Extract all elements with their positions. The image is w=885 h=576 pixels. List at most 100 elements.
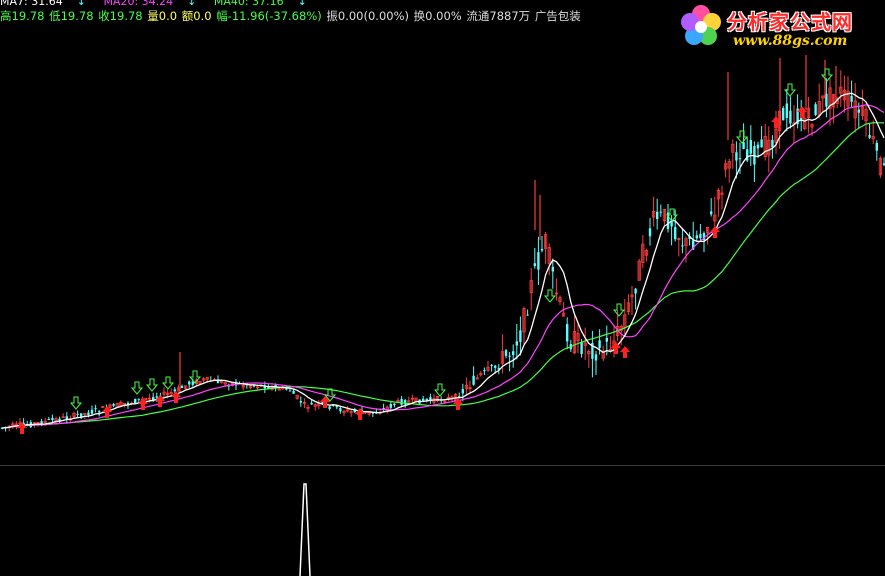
- candle-body-down: [710, 211, 713, 215]
- candle-body-down: [598, 340, 601, 349]
- candle-body-down: [681, 245, 684, 247]
- candle-body-down: [335, 405, 338, 408]
- candle-body-down: [98, 411, 101, 413]
- candle-body-down: [494, 365, 497, 368]
- candle-body-down: [648, 228, 652, 237]
- candle-body-down: [537, 252, 540, 270]
- indicator-pane: [299, 483, 311, 576]
- candle-body-down: [551, 266, 554, 272]
- candle-body-down: [656, 211, 659, 220]
- candle-body-down: [580, 342, 583, 354]
- sell-arrow-icon: [161, 376, 175, 390]
- candle-body-down: [526, 314, 529, 316]
- buy-arrow-icon: [620, 346, 630, 358]
- candle-body-down: [400, 398, 403, 405]
- candle-body-down: [112, 403, 115, 406]
- candle-body-down: [173, 389, 176, 392]
- change-value: 幅-11.96(-37.68%): [216, 9, 322, 23]
- candle-body-down: [605, 337, 608, 342]
- sell-arrow-icon: [735, 130, 749, 144]
- candle-body-down: [76, 413, 79, 415]
- candle-body-down: [422, 398, 425, 401]
- candle-body-down: [785, 103, 788, 118]
- candle-body-down: [90, 409, 94, 414]
- sell-arrow-icon: [543, 289, 557, 303]
- candlesticks: [0, 55, 885, 432]
- candle-body-down: [789, 110, 792, 124]
- candle-body-down: [756, 144, 760, 149]
- candle-body-down: [504, 350, 508, 356]
- candle-body-down: [393, 403, 396, 406]
- candle-body-down: [540, 249, 544, 251]
- candle-body-down: [634, 288, 637, 294]
- sell-arrow-icon: [145, 378, 159, 392]
- candle-body-down: [490, 364, 493, 366]
- candle-body-down: [425, 398, 428, 401]
- amount-value: 额0.0: [181, 9, 212, 23]
- sell-arrow-icon: [69, 396, 83, 410]
- candle-body-down: [252, 385, 256, 387]
- close-value: 收19.78: [98, 9, 143, 23]
- candle-body-down: [155, 396, 158, 398]
- amplitude-value: 振0.00(0.00%): [326, 9, 410, 23]
- candle-body-down: [782, 108, 785, 121]
- candle-body-down: [339, 408, 342, 412]
- candle-body-down: [749, 139, 752, 154]
- candle-body-down: [735, 152, 738, 161]
- low-value: 低19.78: [49, 9, 94, 23]
- kline-chart[interactable]: [0, 0, 885, 576]
- ma7-legend: MA7: 31.64 ↓: [0, 0, 86, 8]
- candle-body-down: [461, 389, 464, 394]
- logo-title: 分析家公式网: [727, 10, 853, 34]
- signal-arrows: [17, 68, 834, 434]
- candle-body-down: [814, 104, 817, 115]
- turnover-value: 换0.00%: [413, 9, 462, 23]
- candle-body-down: [742, 142, 745, 149]
- candle-body-down: [299, 401, 302, 403]
- candle-body-down: [738, 158, 742, 160]
- candle-body-down: [659, 211, 662, 213]
- candle-body-down: [850, 95, 853, 102]
- candle-body-down: [51, 417, 54, 420]
- pane-divider: [0, 465, 885, 466]
- candle-body-down: [292, 390, 295, 394]
- candle-body-down: [47, 419, 50, 421]
- candle-body-down: [508, 355, 511, 357]
- candle-body-down: [566, 324, 569, 342]
- candle-body-down: [512, 351, 515, 356]
- site-logo: 分析家公式网 www.88gs.com: [677, 0, 877, 55]
- candle-body-down: [94, 408, 97, 410]
- candle-body-down: [310, 402, 313, 405]
- candle-body-down: [288, 390, 292, 392]
- sell-arrow-icon: [612, 303, 626, 317]
- candle-body-down: [87, 412, 90, 416]
- candle-body-down: [519, 330, 522, 342]
- candle-body-down: [515, 341, 518, 346]
- candle-body-down: [472, 375, 475, 385]
- logo-url: www.88gs.com: [733, 33, 848, 49]
- candle-body-down: [674, 227, 677, 240]
- candle-body-down: [180, 386, 184, 388]
- high-value: 高19.78: [0, 9, 45, 23]
- candle-body-down: [875, 142, 878, 151]
- candle-body-down: [868, 135, 871, 138]
- indicator-spike: [299, 483, 311, 576]
- candle-body-down: [483, 370, 486, 372]
- ma20-legend: MA20: 34.24 ↓: [103, 0, 197, 8]
- buy-arrow-icon: [320, 396, 330, 408]
- candle-body-down: [857, 109, 860, 113]
- volume-value: 量0.0: [147, 9, 178, 23]
- candle-body-down: [771, 139, 774, 148]
- sector-value: 广告包装: [534, 9, 581, 23]
- candle-body-down: [188, 381, 191, 385]
- candle-body-down: [699, 233, 702, 239]
- sell-arrow-icon: [433, 383, 447, 397]
- candle-body-down: [389, 404, 392, 408]
- float-shares-value: 流通7887万: [466, 9, 531, 23]
- ma-legend: MA7: 31.64 ↓ MA20: 34.24 ↓ MA40: 37.16 ↓: [0, 0, 321, 8]
- sell-arrow-icon: [130, 381, 144, 395]
- candle-body-down: [594, 354, 598, 361]
- flower-logo-icon: [681, 5, 721, 45]
- candle-body-down: [328, 406, 331, 409]
- candle-body-down: [533, 263, 536, 267]
